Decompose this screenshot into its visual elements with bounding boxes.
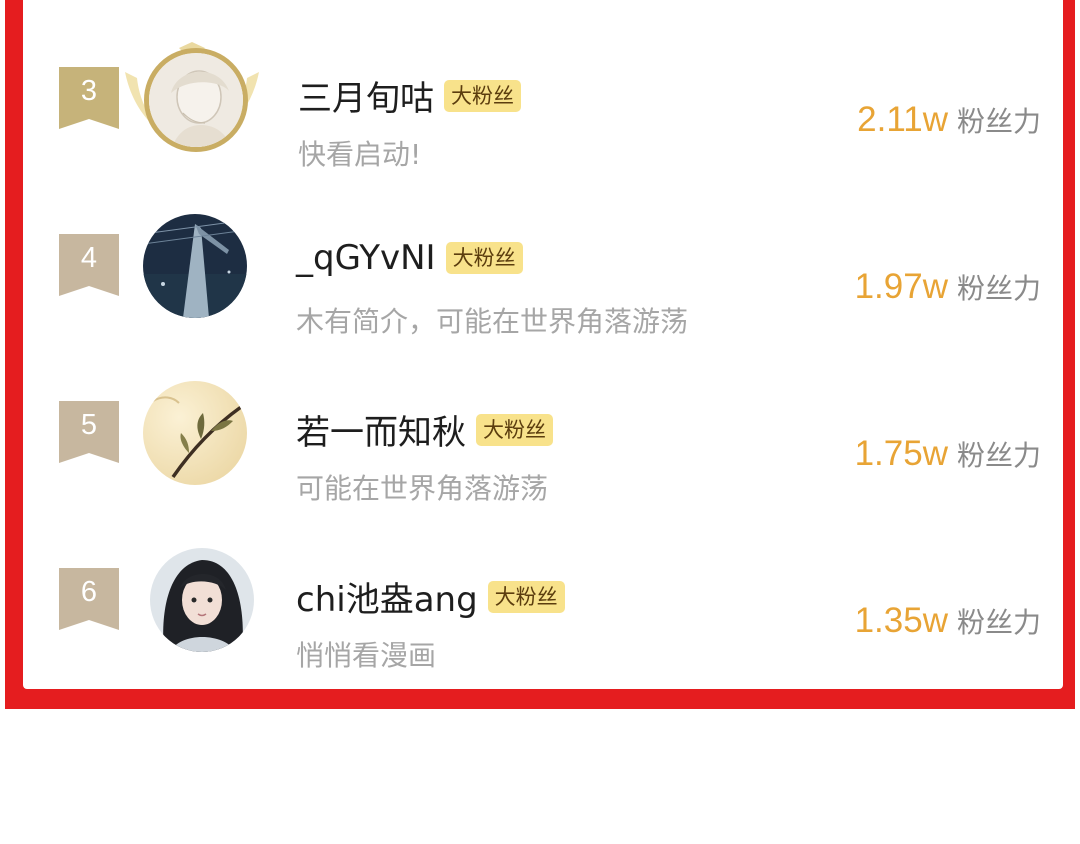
rank-badge: 3 bbox=[59, 67, 119, 129]
username[interactable]: chi池盎ang bbox=[296, 572, 478, 621]
fan-power-value: 2.11w bbox=[857, 100, 948, 139]
leaderboard-row[interactable]: 4 _qGYvNI 大粉丝 木有简介，可能在世界角落游荡 1.97w 粉丝力 bbox=[23, 167, 1063, 338]
fan-power: 1.35w 粉丝力 bbox=[855, 601, 1041, 641]
fan-power-value: 1.97w bbox=[854, 267, 948, 306]
fan-power: 2.11w 粉丝力 bbox=[857, 100, 1041, 140]
name-line: _qGYvNI 大粉丝 bbox=[296, 238, 523, 278]
fan-level-badge: 大粉丝 bbox=[445, 242, 523, 274]
fan-power-label: 粉丝力 bbox=[956, 439, 1041, 472]
username[interactable]: _qGYvNI bbox=[296, 238, 436, 278]
fan-level-badge: 大粉丝 bbox=[444, 79, 521, 112]
fan-level-badge: 大粉丝 bbox=[476, 413, 553, 446]
night-sky-icon bbox=[143, 214, 247, 318]
fan-power: 1.75w 粉丝力 bbox=[855, 434, 1041, 474]
rank-badge: 5 bbox=[59, 401, 119, 463]
user-bio: 悄悄看漫画 bbox=[296, 639, 437, 672]
leaderboard-panel: 3 三月旬咕 大粉丝 快看启动! 2.11w 粉丝力 4 _qGYvNI 大粉丝… bbox=[23, 0, 1063, 689]
rank-number: 6 bbox=[80, 576, 98, 608]
highlight-frame: 3 三月旬咕 大粉丝 快看启动! 2.11w 粉丝力 4 _qGYvNI 大粉丝… bbox=[5, 0, 1075, 709]
fan-power-label: 粉丝力 bbox=[956, 272, 1041, 305]
user-avatar[interactable] bbox=[150, 548, 254, 652]
user-avatar[interactable] bbox=[143, 214, 247, 318]
fan-level-badge: 大粉丝 bbox=[487, 580, 565, 613]
leaderboard-row[interactable]: 3 三月旬咕 大粉丝 快看启动! 2.11w 粉丝力 bbox=[23, 0, 1063, 171]
rank-number: 4 bbox=[80, 242, 98, 274]
name-line: chi池盎ang 大粉丝 bbox=[296, 572, 565, 621]
user-avatar[interactable] bbox=[144, 48, 248, 152]
fan-power-label: 粉丝力 bbox=[956, 606, 1041, 639]
rank-number: 3 bbox=[80, 75, 98, 107]
rank-badge: 6 bbox=[59, 568, 119, 630]
username[interactable]: 三月旬咕 bbox=[298, 71, 434, 120]
anime-girl-icon bbox=[150, 548, 254, 652]
rank-badge: 4 bbox=[59, 234, 119, 296]
username[interactable]: 若一而知秋 bbox=[296, 405, 466, 454]
branch-leaves-icon bbox=[143, 381, 247, 485]
name-line: 若一而知秋 大粉丝 bbox=[296, 405, 553, 454]
name-line: 三月旬咕 大粉丝 bbox=[298, 71, 521, 120]
rank-number: 5 bbox=[80, 409, 98, 441]
fan-power-value: 1.35w bbox=[854, 601, 948, 640]
user-avatar[interactable] bbox=[143, 381, 247, 485]
fan-power-value: 1.75w bbox=[854, 434, 948, 473]
fan-power-label: 粉丝力 bbox=[956, 105, 1041, 138]
fan-power: 1.97w 粉丝力 bbox=[855, 267, 1041, 307]
leaderboard-row[interactable]: 6 chi池盎ang 大粉丝 悄悄看漫画 1.35w 粉丝力 bbox=[23, 501, 1063, 672]
leaderboard-row[interactable]: 5 若一而知秋 大粉丝 可能在世界角落游荡 1.75w 粉丝力 bbox=[23, 334, 1063, 505]
